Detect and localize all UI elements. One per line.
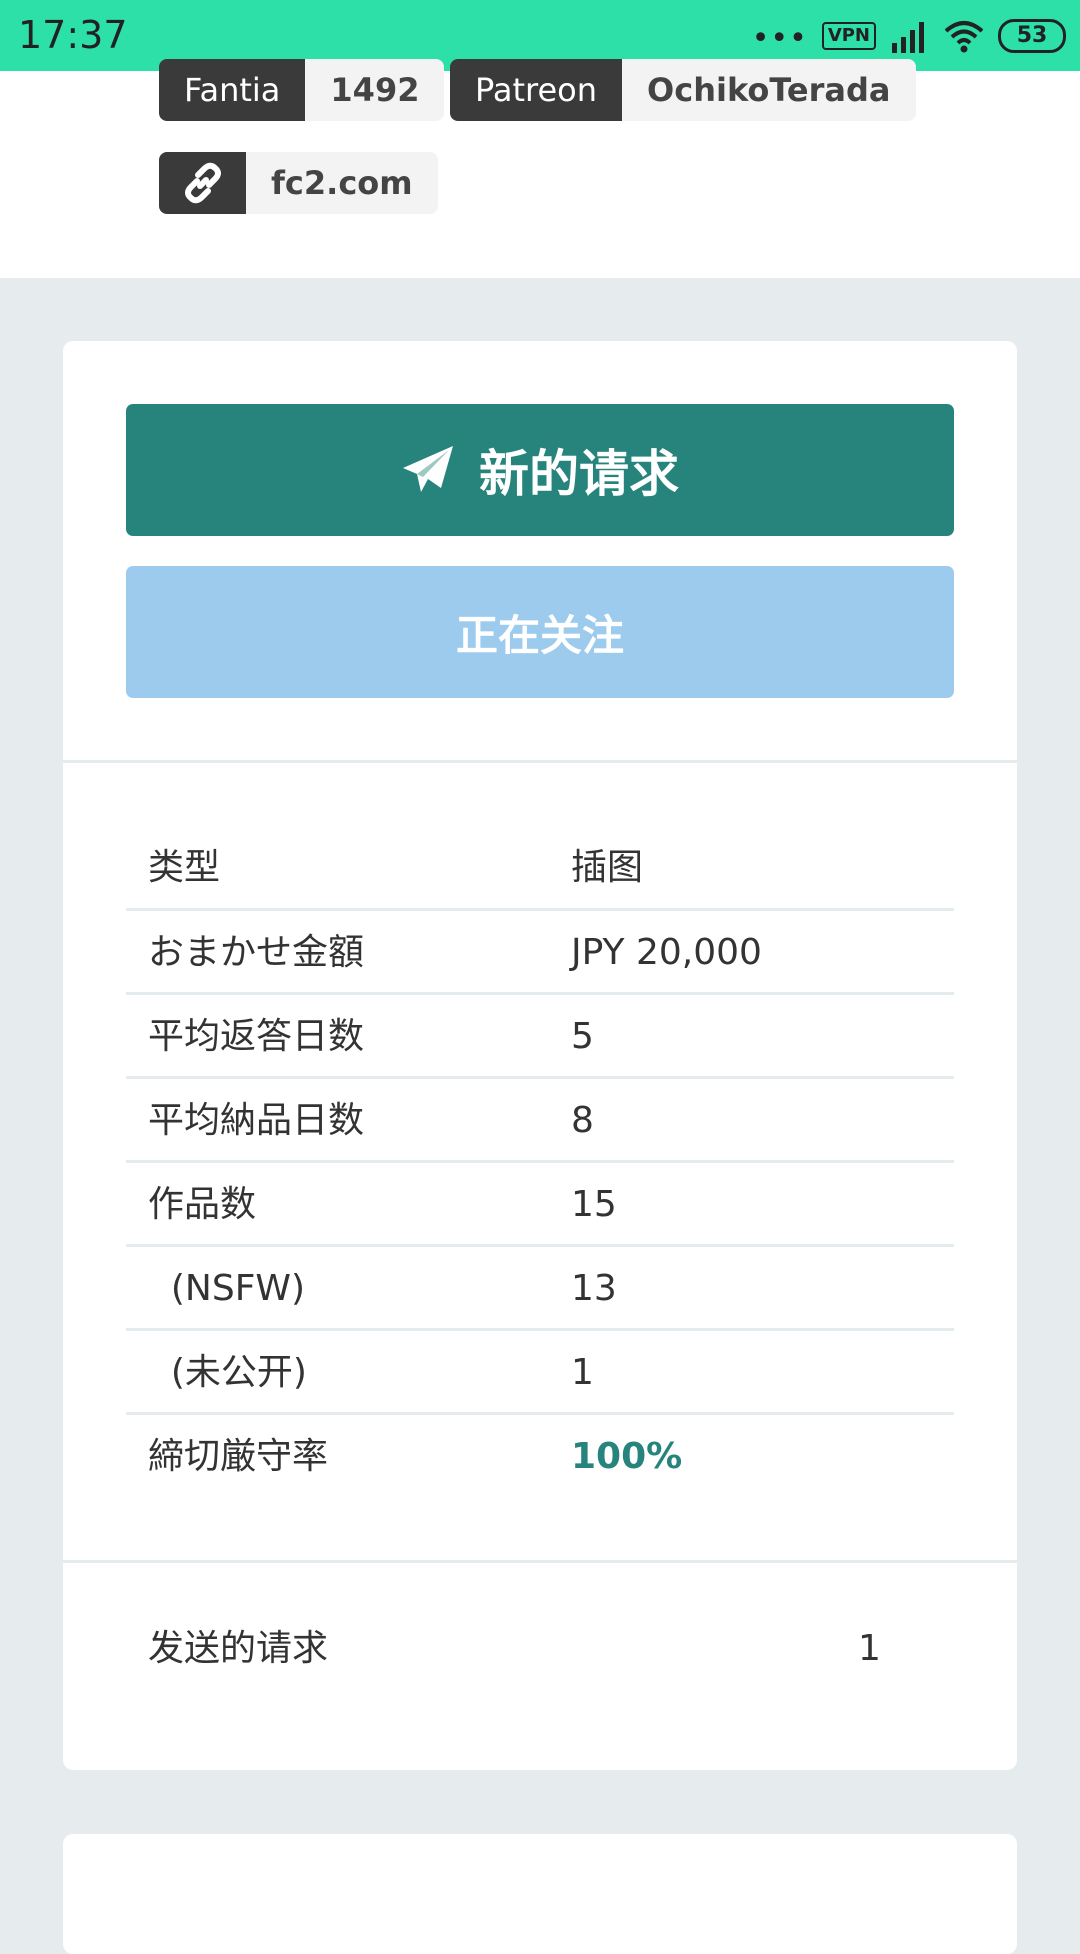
table-row: 平均返答日数 5	[126, 992, 954, 1076]
table-row: (NSFW) 13	[126, 1244, 954, 1328]
deadline-rate-value: 100%	[571, 1436, 683, 1477]
row-key: 平均納品日数	[148, 1100, 365, 1141]
row-value: 8	[571, 1100, 594, 1141]
website-link[interactable]: fc2.com	[159, 152, 438, 214]
divider	[63, 1560, 1017, 1563]
patreon-value: OchikoTerada	[622, 59, 916, 121]
following-label: 正在关注	[455, 610, 624, 660]
status-icons: ••• VPN 53	[752, 16, 1066, 56]
row-value: 1	[571, 1352, 594, 1393]
status-time: 17:37	[18, 13, 128, 57]
sent-requests-label: 发送的请求	[148, 1628, 329, 1669]
link-icon	[159, 152, 246, 214]
notification-dots: •••	[751, 21, 808, 56]
fantia-value: 1492	[305, 59, 445, 121]
row-value: 13	[571, 1268, 617, 1309]
website-value: fc2.com	[246, 152, 438, 214]
table-row: 平均納品日数 8	[126, 1076, 954, 1160]
row-value: 5	[571, 1016, 594, 1057]
creator-links: Fantia 1492 Patreon OchikoTerada fc2.com	[0, 59, 1080, 278]
details-table: 类型 插图 おまかせ金額 JPY 20,000 平均返答日数 5 平均納品日数 …	[126, 827, 954, 1496]
table-row: 作品数 15	[126, 1160, 954, 1244]
fantia-label: Fantia	[159, 59, 306, 121]
paper-plane-icon	[403, 446, 453, 492]
row-key: おまかせ金額	[148, 932, 365, 973]
row-key: 平均返答日数	[148, 1016, 365, 1057]
next-card	[63, 1834, 1017, 1954]
row-value: JPY 20,000	[571, 932, 762, 973]
patreon-label: Patreon	[450, 59, 623, 121]
row-value: 插图	[571, 847, 644, 888]
table-row: おまかせ金額 JPY 20,000	[126, 908, 954, 992]
signal-icon	[892, 22, 924, 53]
row-value: 15	[571, 1184, 617, 1225]
fantia-link[interactable]: Fantia 1492	[159, 59, 445, 121]
row-key: 締切厳守率	[148, 1436, 329, 1477]
creator-info-card: 新的请求 正在关注 类型 插图 おまかせ金額 JPY 20,000 平均返答日数…	[63, 341, 1017, 1770]
patreon-link[interactable]: Patreon OchikoTerada	[450, 59, 916, 121]
sent-requests-count: 1	[858, 1628, 881, 1669]
wifi-icon	[944, 21, 984, 53]
divider	[63, 760, 1017, 763]
row-key: (未公开)	[148, 1352, 307, 1393]
battery-icon: 53	[998, 19, 1066, 53]
row-key: (NSFW)	[148, 1268, 306, 1309]
row-key: 类型	[148, 847, 221, 888]
table-row: 类型 插图	[126, 827, 954, 908]
following-button[interactable]: 正在关注	[126, 566, 954, 698]
row-key: 作品数	[148, 1184, 257, 1225]
table-row: 締切厳守率 100%	[126, 1412, 954, 1496]
vpn-icon: VPN	[821, 22, 876, 50]
new-request-label: 新的请求	[479, 445, 679, 503]
table-row: (未公开) 1	[126, 1328, 954, 1412]
new-request-button[interactable]: 新的请求	[126, 404, 954, 536]
